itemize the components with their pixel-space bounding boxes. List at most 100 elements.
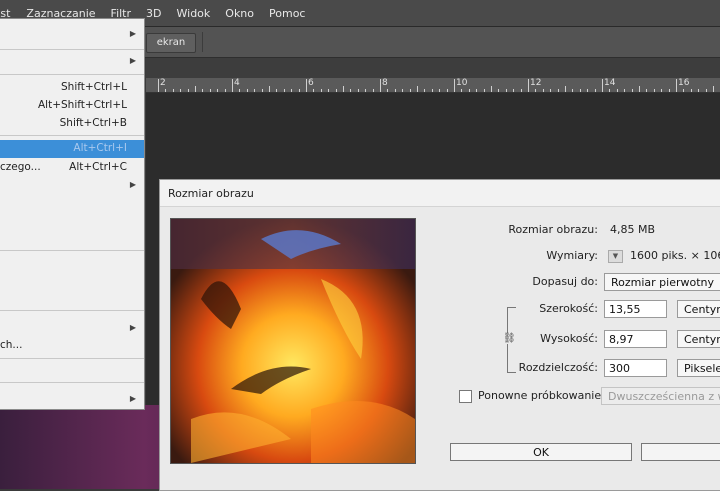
ruler-tick [454, 79, 455, 92]
width-input[interactable]: 13,55 [604, 300, 667, 318]
fit-to-select[interactable]: Rozmiar pierwotny [604, 273, 720, 291]
menu-label: ch... [0, 339, 23, 351]
width-unit-select[interactable]: Centymetry [677, 300, 720, 318]
image-preview[interactable] [170, 218, 416, 464]
ruler-tick [661, 89, 663, 92]
width-label: Szerokość: [539, 302, 598, 315]
menu-pomoc[interactable]: Pomoc [269, 7, 305, 20]
resolution-unit-select[interactable]: Piksele/cal [677, 359, 720, 377]
menu-divider [0, 310, 144, 311]
fill-screen-button[interactable]: ekran [146, 33, 196, 53]
menu-item-image-size[interactable]: Alt+Ctrl+I [0, 140, 144, 158]
ruler-tick [639, 86, 640, 92]
menu-item-canvas-size[interactable]: czego... Alt+Ctrl+C [0, 159, 144, 177]
cancel-button[interactable] [641, 443, 720, 461]
menu-item[interactable]: ▶ [0, 391, 144, 409]
menu-widok[interactable]: Widok [177, 7, 211, 20]
ruler-tick [431, 89, 433, 92]
ruler-tick [587, 89, 589, 92]
ruler-tick [298, 89, 300, 92]
menu-shortcut: Alt+Ctrl+C [69, 161, 127, 173]
menu-divider [0, 49, 144, 50]
menu-item-auto-color[interactable]: Shift+Ctrl+B [0, 115, 144, 133]
ruler-tick [180, 89, 182, 92]
ruler-tick [491, 86, 492, 92]
menu-label: czego... [0, 161, 41, 173]
ruler-tick [520, 89, 522, 92]
ruler-tick [239, 89, 241, 92]
ruler-tick [572, 89, 574, 92]
ruler-tick [609, 89, 611, 92]
fit-to-label: Dopasuj do: [532, 275, 598, 288]
ruler-label: 4 [234, 78, 240, 88]
menu-shortcut: Shift+Ctrl+B [59, 117, 127, 129]
ruler-tick [261, 89, 263, 92]
ruler-tick [172, 89, 174, 92]
ruler-tick [158, 79, 159, 92]
submenu-arrow-icon: ▶ [129, 29, 136, 38]
menu-3d[interactable]: 3D [146, 7, 161, 20]
height-label: Wysokość: [540, 332, 598, 345]
ruler-tick [283, 89, 285, 92]
menu-item[interactable]: ▶ [0, 53, 144, 71]
height-unit-select[interactable]: Centymetry [677, 330, 720, 348]
ruler-tick [350, 89, 352, 92]
ruler-tick [690, 89, 692, 92]
ruler-tick [335, 89, 337, 92]
ruler-tick [224, 89, 226, 92]
resolution-input[interactable]: 300 [604, 359, 667, 377]
menu-item[interactable]: ▶ [0, 177, 144, 195]
ruler-tick [246, 89, 248, 92]
ruler-tick [209, 89, 211, 92]
ruler-tick [202, 89, 204, 92]
toolbar-divider [202, 32, 203, 52]
menu-item[interactable]: ▶ [0, 26, 144, 44]
dimensions-dropdown-icon[interactable]: ▼ [608, 250, 623, 263]
ruler-label: 2 [160, 78, 166, 88]
ruler-tick [557, 89, 559, 92]
ruler-label: 10 [456, 78, 468, 88]
ruler-tick [269, 86, 270, 92]
ruler-tick [343, 86, 344, 92]
resample-method-select[interactable]: Dwuszcześcienna z wygładzeniem [601, 387, 720, 405]
menu-okno[interactable]: Okno [225, 7, 254, 20]
menu-divider [0, 74, 144, 75]
ruler-tick [232, 79, 233, 92]
menu-item-auto-tone[interactable]: Shift+Ctrl+L [0, 79, 144, 97]
submenu-arrow-icon: ▶ [129, 180, 136, 189]
menu-shortcut: Shift+Ctrl+L [61, 81, 127, 93]
ruler-tick [328, 89, 330, 92]
ruler-tick [217, 89, 219, 92]
image-size-dialog: Rozmiar obrazu Rozmiar obrazu: 4,85 MB W… [159, 179, 720, 491]
ruler-tick [624, 89, 626, 92]
fire-image-preview [171, 219, 415, 463]
ruler-tick [683, 89, 685, 92]
menu-item-auto-contrast[interactable]: Alt+Shift+Ctrl+L [0, 97, 144, 115]
dimensions-label: Wymiary: [546, 249, 598, 262]
ruler-tick [357, 89, 359, 92]
ruler-tick [498, 89, 500, 92]
ruler-tick [653, 89, 655, 92]
ruler-tick [380, 79, 381, 92]
ruler-tick [631, 89, 633, 92]
ruler-label: 6 [308, 78, 314, 88]
dialog-titlebar[interactable]: Rozmiar obrazu [160, 180, 720, 207]
ruler-tick [446, 89, 448, 92]
ruler-tick [417, 86, 418, 92]
resolution-label: Rozdzielczość: [518, 361, 598, 374]
ruler-tick [461, 89, 463, 92]
height-input[interactable]: 8,97 [604, 330, 667, 348]
image-menu-dropdown: ▶ ▶ Shift+Ctrl+L Alt+Shift+Ctrl+L Shift+… [0, 18, 145, 410]
resample-checkbox[interactable] [459, 390, 472, 403]
dimensions-value: 1600 piks. × 1060 [630, 249, 720, 262]
menu-item[interactable]: ▶ [0, 320, 144, 338]
ruler-label: 14 [604, 78, 616, 88]
menu-divider [0, 382, 144, 383]
ok-button[interactable]: OK [450, 443, 632, 461]
ruler-tick [528, 79, 529, 92]
menu-item-analysis[interactable]: ch... [0, 337, 144, 355]
ruler-tick [187, 89, 189, 92]
ruler-tick [705, 89, 707, 92]
ruler-tick [565, 86, 566, 92]
ruler-tick [646, 89, 648, 92]
